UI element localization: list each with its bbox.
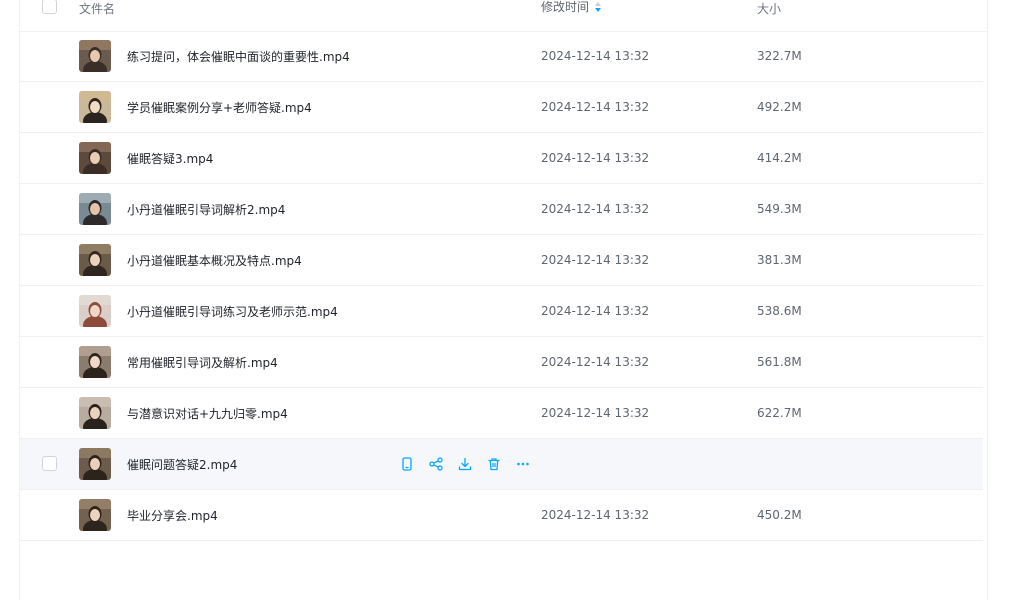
video-thumbnail[interactable]	[79, 193, 111, 225]
file-name[interactable]: 催眠答疑3.mp4	[127, 150, 213, 167]
column-header-mtime[interactable]: 修改时间	[541, 0, 602, 15]
file-size: 381.3M	[757, 253, 802, 267]
video-thumbnail[interactable]	[79, 295, 111, 327]
file-name[interactable]: 小丹道催眠引导词解析2.mp4	[127, 201, 285, 218]
file-row[interactable]: 练习提问，体会催眠中面谈的重要性.mp4 2024-12-14 13:32 322.…	[20, 31, 983, 82]
file-size: 549.3M	[757, 202, 802, 216]
file-size: 414.2M	[757, 151, 802, 165]
file-size: 622.7M	[757, 406, 802, 420]
file-name[interactable]: 常用催眠引导词及解析.mp4	[127, 354, 278, 371]
file-list-panel: 文件名 修改时间 大小 练习提问，体会催眠中面谈的重要性.mp4 2024-12-…	[19, 0, 988, 600]
file-mtime: 2024-12-14 13:32	[541, 406, 650, 420]
column-header-mtime-label: 修改时间	[541, 0, 590, 14]
trash-icon[interactable]	[485, 455, 503, 473]
file-size: 561.8M	[757, 355, 802, 369]
row-actions	[398, 455, 532, 473]
file-mtime: 2024-12-14 13:32	[541, 304, 650, 318]
file-list-header: 文件名 修改时间 大小	[20, 0, 987, 32]
video-thumbnail[interactable]	[79, 244, 111, 276]
file-row[interactable]: 催眠答疑3.mp4 2024-12-14 13:32 414.2M	[20, 133, 983, 184]
file-row[interactable]: 学员催眠案例分享+老师答疑.mp4 2024-12-14 13:32 492.2M	[20, 82, 983, 133]
video-thumbnail[interactable]	[79, 346, 111, 378]
file-rows: 练习提问，体会催眠中面谈的重要性.mp4 2024-12-14 13:32 322.…	[20, 31, 983, 541]
row-checkbox[interactable]	[42, 456, 57, 471]
file-mtime: 2024-12-14 13:32	[541, 100, 650, 114]
file-row[interactable]: 常用催眠引导词及解析.mp4 2024-12-14 13:32 561.8M	[20, 337, 983, 388]
file-mtime: 2024-12-14 13:32	[541, 508, 650, 522]
video-thumbnail[interactable]	[79, 499, 111, 531]
file-name[interactable]: 小丹道催眠引导词练习及老师示范.mp4	[127, 303, 338, 320]
file-name[interactable]: 小丹道催眠基本概况及特点.mp4	[127, 252, 302, 269]
video-thumbnail[interactable]	[79, 448, 111, 480]
select-all-checkbox[interactable]	[42, 0, 57, 14]
file-size: 450.2M	[757, 508, 802, 522]
column-header-size[interactable]: 大小	[757, 0, 781, 17]
file-row[interactable]: 小丹道催眠引导词解析2.mp4 2024-12-14 13:32 549.3M	[20, 184, 983, 235]
video-thumbnail[interactable]	[79, 142, 111, 174]
file-row[interactable]: 与潜意识对话+九九归零.mp4 2024-12-14 13:32 622.7M	[20, 388, 983, 439]
file-row[interactable]: 毕业分享会.mp4 2024-12-14 13:32 450.2M	[20, 490, 983, 541]
video-thumbnail[interactable]	[79, 91, 111, 123]
file-row[interactable]: 小丹道催眠基本概况及特点.mp4 2024-12-14 13:32 381.3M	[20, 235, 983, 286]
file-name[interactable]: 催眠问题答疑2.mp4	[127, 456, 237, 473]
video-thumbnail[interactable]	[79, 397, 111, 429]
file-mtime: 2024-12-14 13:32	[541, 253, 650, 267]
sort-desc-icon[interactable]	[594, 1, 602, 13]
file-row[interactable]: 催眠问题答疑2.mp4	[20, 439, 983, 490]
file-name[interactable]: 与潜意识对话+九九归零.mp4	[127, 405, 288, 422]
file-name[interactable]: 练习提问，体会催眠中面谈的重要性.mp4	[127, 48, 350, 65]
file-name[interactable]: 毕业分享会.mp4	[127, 507, 218, 524]
file-mtime: 2024-12-14 13:32	[541, 355, 650, 369]
more-icon[interactable]	[514, 455, 532, 473]
share-icon[interactable]	[427, 455, 445, 473]
file-size: 538.6M	[757, 304, 802, 318]
file-name[interactable]: 学员催眠案例分享+老师答疑.mp4	[127, 99, 312, 116]
file-mtime: 2024-12-14 13:32	[541, 151, 650, 165]
download-icon[interactable]	[456, 455, 474, 473]
file-row[interactable]: 小丹道催眠引导词练习及老师示范.mp4 2024-12-14 13:32 538.6…	[20, 286, 983, 337]
column-header-name[interactable]: 文件名	[79, 0, 115, 17]
video-thumbnail[interactable]	[79, 40, 111, 72]
file-size: 492.2M	[757, 100, 802, 114]
file-size: 322.7M	[757, 49, 802, 63]
phone-icon[interactable]	[398, 455, 416, 473]
file-mtime: 2024-12-14 13:32	[541, 49, 650, 63]
file-mtime: 2024-12-14 13:32	[541, 202, 650, 216]
